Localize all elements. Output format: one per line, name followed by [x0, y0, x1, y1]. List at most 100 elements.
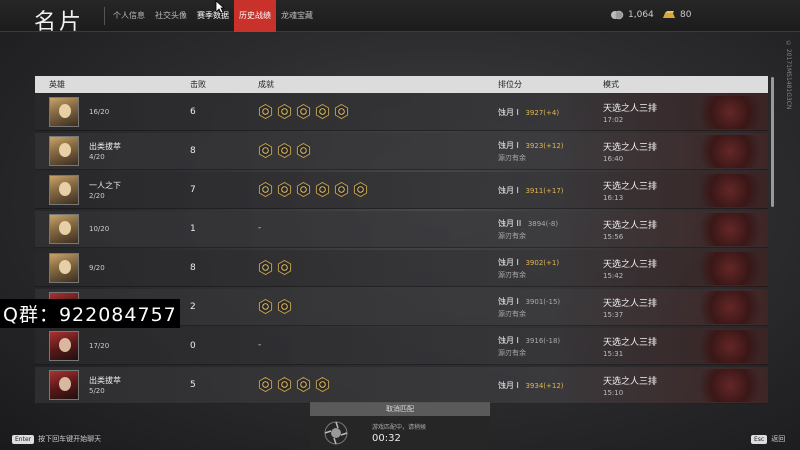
placement: 10/20 [89, 225, 110, 233]
placement: 4/20 [89, 153, 105, 161]
game-mode: 天选之人三排 [603, 260, 658, 270]
match-time: 15:31 [603, 350, 624, 358]
achievement-badge-icon[interactable] [296, 377, 311, 392]
no-achievement: - [258, 223, 262, 233]
match-time: 15:10 [603, 389, 624, 397]
tier-name: 蚀月 I [498, 141, 519, 150]
achievement-badge-icon[interactable] [296, 143, 311, 158]
scrollbar[interactable] [771, 77, 774, 207]
table-row[interactable]: 一人之下 2/20 7 蚀月 I 3911(+17) 天选之人三排 16:13 [35, 172, 768, 209]
cancel-match-button[interactable]: 取消匹配 [310, 403, 490, 416]
mode-banner-image [695, 369, 765, 402]
achievement-list [258, 104, 349, 119]
achievement-list [258, 182, 368, 197]
achievement-badge-icon[interactable] [353, 182, 368, 197]
tier-name: 蚀月 I [498, 381, 519, 390]
achievement-badge-icon[interactable] [296, 104, 311, 119]
achievement-badge-icon[interactable] [277, 143, 292, 158]
kill-count: 1 [190, 224, 196, 234]
table-header: 英雄 击败 成就 排位分 模式 [35, 76, 768, 93]
achievement-badge-icon[interactable] [334, 182, 349, 197]
game-mode: 天选之人三排 [603, 182, 658, 192]
hero-avatar [49, 370, 79, 400]
table-row[interactable]: 出类拔萃 5/20 5 蚀月 I 3934(+12) 天选之人三排 15:10 [35, 367, 768, 404]
matchmaking-status: 游戏匹配中，请稍候 [372, 424, 427, 431]
hero-avatar [49, 214, 79, 244]
achievement-badge-icon[interactable] [315, 104, 330, 119]
enter-key[interactable]: Enter [12, 434, 35, 444]
tab-dragon-treasure[interactable]: 龙魂宝藏 [276, 0, 318, 32]
table-row[interactable]: 17/20 0 - 蚀月 I 3916(-18) 源刃有余 天选之人三排 15:31 [35, 328, 768, 365]
esc-key[interactable]: Esc [751, 434, 768, 444]
kill-count: 8 [190, 146, 196, 156]
game-mode: 天选之人三排 [603, 299, 658, 309]
header-rank: 排位分 [498, 80, 522, 89]
divider [104, 7, 105, 25]
silver-currency: 1,064 [610, 10, 654, 20]
hero-avatar [49, 175, 79, 205]
tier-note: 源刃有余 [498, 271, 526, 279]
achievement-badge-icon[interactable] [277, 182, 292, 197]
achievement-badge-icon[interactable] [277, 260, 292, 275]
rank-score: 3901(-15) [525, 298, 561, 306]
tier-note: 源刃有余 [498, 232, 526, 240]
tier-note: 源刃有余 [498, 349, 526, 357]
esc-back-label: 返回 [771, 435, 786, 443]
achievement-badge-icon[interactable] [277, 299, 292, 314]
build-code: © 20171MS1481G3CN [785, 40, 792, 110]
achievement-badge-icon[interactable] [258, 182, 273, 197]
qq-group-overlay: Q群：922084757 [0, 299, 180, 328]
placement: 9/20 [89, 264, 105, 272]
kill-count: 5 [190, 380, 196, 390]
achievement-badge-icon[interactable] [315, 377, 330, 392]
achievement-badge-icon[interactable] [334, 104, 349, 119]
mouse-cursor-icon [215, 0, 225, 14]
tier-name: 蚀月 I [498, 336, 519, 345]
table-row[interactable]: 10/20 1 - 蚀月 II 3894(-8) 源刃有余 天选之人三排 15:56 [35, 211, 768, 248]
achievement-badge-icon[interactable] [315, 182, 330, 197]
achievement-badge-icon[interactable] [296, 182, 311, 197]
mode-banner-image [695, 174, 765, 207]
achievement-badge-icon[interactable] [258, 260, 273, 275]
achievement-badge-icon[interactable] [258, 143, 273, 158]
achievement-badge-icon[interactable] [258, 104, 273, 119]
rank-tier: 蚀月 I 3911(+17) [498, 185, 564, 196]
achievement-badge-icon[interactable] [277, 104, 292, 119]
silver-amount: 1,064 [628, 10, 654, 20]
gold-amount: 80 [680, 10, 692, 20]
tab-season-data[interactable]: 赛季数据 [192, 0, 234, 32]
header-mode: 模式 [603, 80, 619, 89]
tier-name: 蚀月 I [498, 297, 519, 306]
achievement-badge-icon[interactable] [258, 377, 273, 392]
game-mode: 天选之人三排 [603, 338, 658, 348]
achievement-badge-icon[interactable] [277, 377, 292, 392]
rank-tier: 蚀月 I 3934(+12) [498, 380, 564, 391]
achievement-badge-icon[interactable] [258, 299, 273, 314]
table-row[interactable]: 出类拔萃 4/20 8 蚀月 I 3923(+12) 源刃有余 天选之人三排 16:40 [35, 133, 768, 170]
match-time: 16:13 [603, 194, 624, 202]
tab-match-history[interactable]: 历史战绩 [234, 0, 276, 32]
game-mode: 天选之人三排 [603, 377, 658, 387]
placement: 2/20 [89, 192, 105, 200]
placement: 17/20 [89, 342, 110, 350]
game-mode: 天选之人三排 [603, 143, 658, 153]
table-row[interactable]: 16/20 6 蚀月 I 3927(+4) 天选之人三排 17:02 [35, 94, 768, 131]
hero-avatar [49, 331, 79, 361]
silver-coin-icon [611, 10, 624, 20]
gold-currency: 80 [662, 10, 691, 20]
mode-banner-image [695, 96, 765, 129]
tab-personal-info[interactable]: 个人信息 [108, 0, 150, 32]
header-hero: 英雄 [49, 80, 65, 89]
match-time: 15:37 [603, 311, 624, 319]
top-bar: 名片 个人信息 社交头像 赛季数据 历史战绩 龙魂宝藏 1,064 80 [0, 0, 800, 35]
mode-banner-image [695, 135, 765, 168]
achievement-list [258, 260, 292, 275]
mode-banner-image [695, 252, 765, 285]
rank-score: 3894(-8) [527, 220, 559, 228]
tab-social-avatar[interactable]: 社交头像 [150, 0, 192, 32]
match-time: 15:56 [603, 233, 624, 241]
table-row[interactable]: 9/20 8 蚀月 I 3902(+1) 源刃有余 天选之人三排 15:42 [35, 250, 768, 287]
kill-count: 7 [190, 185, 196, 195]
achievement-list [258, 299, 292, 314]
page-title: 名片 [34, 10, 85, 35]
